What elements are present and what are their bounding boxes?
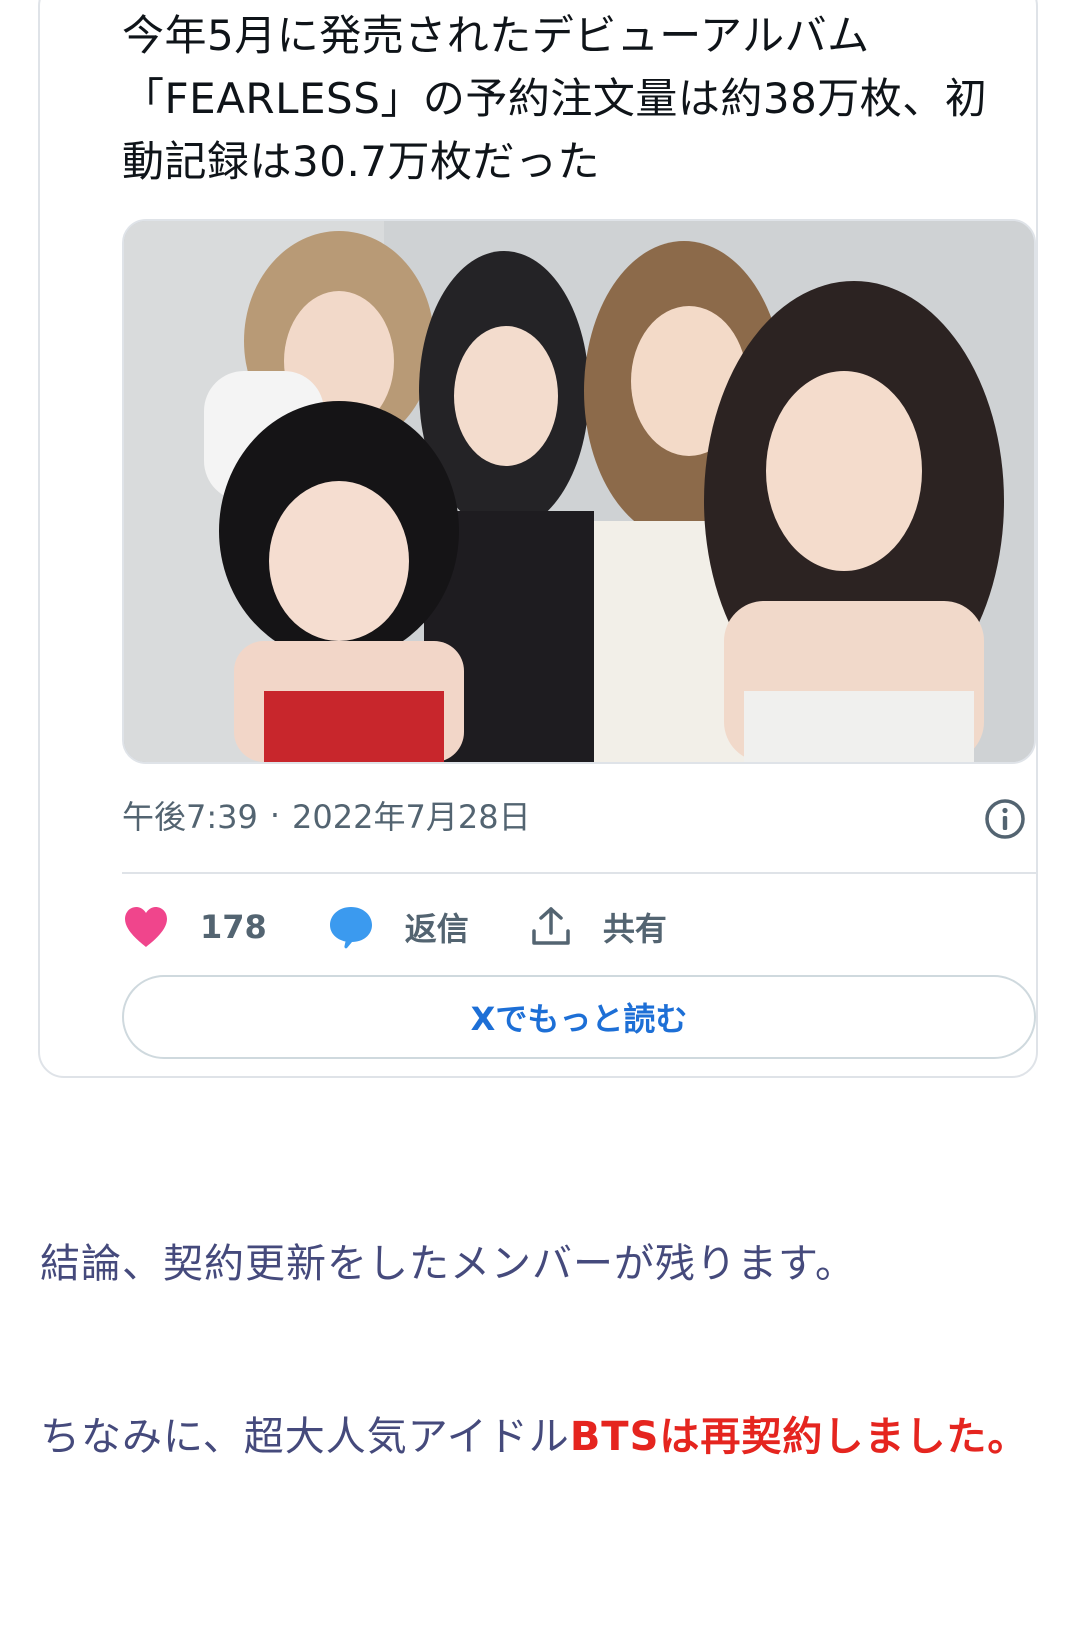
tweet-text: 今年5月に発売されたデビューアルバム「FEARLESS」の予約注文量は約38万枚…: [122, 11, 988, 186]
tweet-timestamp[interactable]: 午後7:39 · 2022年7月28日: [122, 792, 531, 838]
info-icon[interactable]: [983, 797, 1027, 841]
share-button[interactable]: 共有: [529, 904, 667, 950]
heart-icon: [125, 907, 167, 947]
embedded-tweet-card: 今年5月に発売されたデビューアルバム「FEARLESS」の予約注文量は約38万枚…: [38, 0, 1038, 1078]
read-more-on-x-button[interactable]: Xでもっと読む: [122, 975, 1036, 1059]
article-paragraph-bts: ちなみに、超大人気アイドルBTSは再契約しました。: [40, 1396, 1040, 1478]
tweet-time: 午後7:39: [122, 798, 258, 836]
share-label: 共有: [602, 910, 667, 948]
article-paragraph-conclusion: 結論、契約更新をしたメンバーが残ります。: [40, 1241, 856, 1287]
bts-highlight-text: BTSは再契約しました。: [569, 1414, 1029, 1460]
tweet-photo[interactable]: [122, 219, 1036, 764]
like-button[interactable]: 178: [122, 905, 267, 949]
tweet-divider: [122, 872, 1036, 874]
like-count: 178: [200, 908, 267, 946]
group-photo-image: [124, 221, 1034, 762]
reply-button[interactable]: 返信: [327, 904, 469, 950]
reply-label: 返信: [404, 910, 469, 948]
meta-separator: ·: [269, 796, 281, 834]
tweet-date: 2022年7月28日: [292, 798, 531, 836]
share-icon: [532, 907, 570, 945]
tweet-actions: 178 返信 共有: [122, 894, 727, 960]
article-paragraph-bts-text: ちなみに、超大人気アイドル: [40, 1414, 570, 1460]
reply-bubble-icon: [329, 907, 372, 949]
